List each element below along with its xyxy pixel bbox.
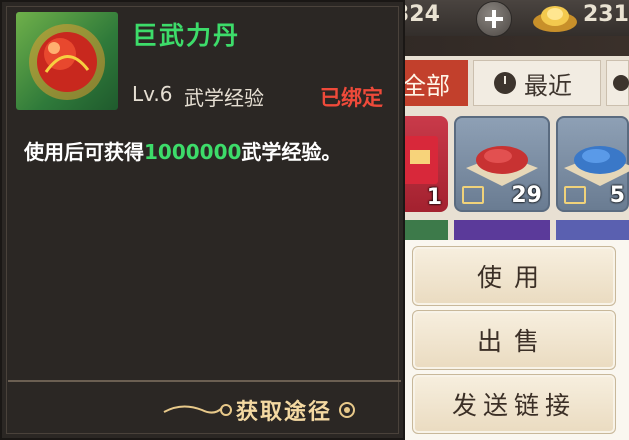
item-type: 武学经验 (184, 86, 264, 110)
inventory-slot[interactable]: 5 (556, 116, 629, 212)
clock-icon (494, 72, 516, 94)
cloud-swirl-icon (163, 404, 232, 416)
sell-button[interactable]: 出售 (412, 310, 616, 370)
tab-all-label: 全部 (402, 71, 450, 100)
tab-recent[interactable]: 最近 (473, 60, 601, 106)
slot-count: 5 (609, 183, 625, 208)
divider (8, 380, 401, 382)
sell-button-label: 出售 (476, 327, 551, 356)
plus-icon[interactable] (476, 1, 512, 37)
send-link-button[interactable]: 发送链接 (412, 374, 616, 434)
get-source-link[interactable]: 获取途径 (162, 390, 392, 430)
send-link-button-label: 发送链接 (451, 391, 576, 420)
item-description: 使用后可获得1000000武学经验。 (24, 136, 341, 165)
slot-count: 1 (426, 185, 442, 210)
inventory-slot[interactable]: 1 (398, 116, 448, 212)
bound-status: 已绑定 (320, 86, 383, 110)
tab-all[interactable]: 全部 (398, 60, 468, 106)
description-prefix: 使用后可获得 (24, 140, 144, 164)
bound-icon (564, 186, 586, 204)
item-tooltip: 巨武力丹 Lv.6 武学经验 已绑定 使用后可获得1000000武学经验。 获取… (0, 0, 405, 440)
tab-more-icon (613, 75, 629, 91)
use-button-label: 使用 (476, 263, 551, 292)
red-pill-icon (16, 12, 118, 110)
item-name: 巨武力丹 (132, 21, 241, 50)
tab-recent-label: 最近 (524, 71, 572, 100)
item-level: Lv.6 (132, 82, 173, 106)
bound-icon (462, 186, 484, 204)
swirl-end-icon (339, 402, 356, 418)
description-amount: 1000000 (144, 140, 242, 164)
inventory-slot[interactable] (556, 220, 629, 240)
tab-more[interactable] (606, 60, 629, 106)
inventory-slot[interactable]: 29 (454, 116, 550, 212)
resource-value-2: 231 (583, 2, 629, 27)
get-source-label: 获取途径 (236, 400, 333, 425)
description-suffix: 武学经验。 (241, 140, 342, 164)
slot-count: 29 (511, 183, 542, 208)
inventory-slot[interactable] (454, 220, 550, 240)
use-button[interactable]: 使用 (412, 246, 616, 306)
inventory-slot[interactable] (398, 220, 448, 240)
gold-ingot-icon (531, 0, 579, 34)
